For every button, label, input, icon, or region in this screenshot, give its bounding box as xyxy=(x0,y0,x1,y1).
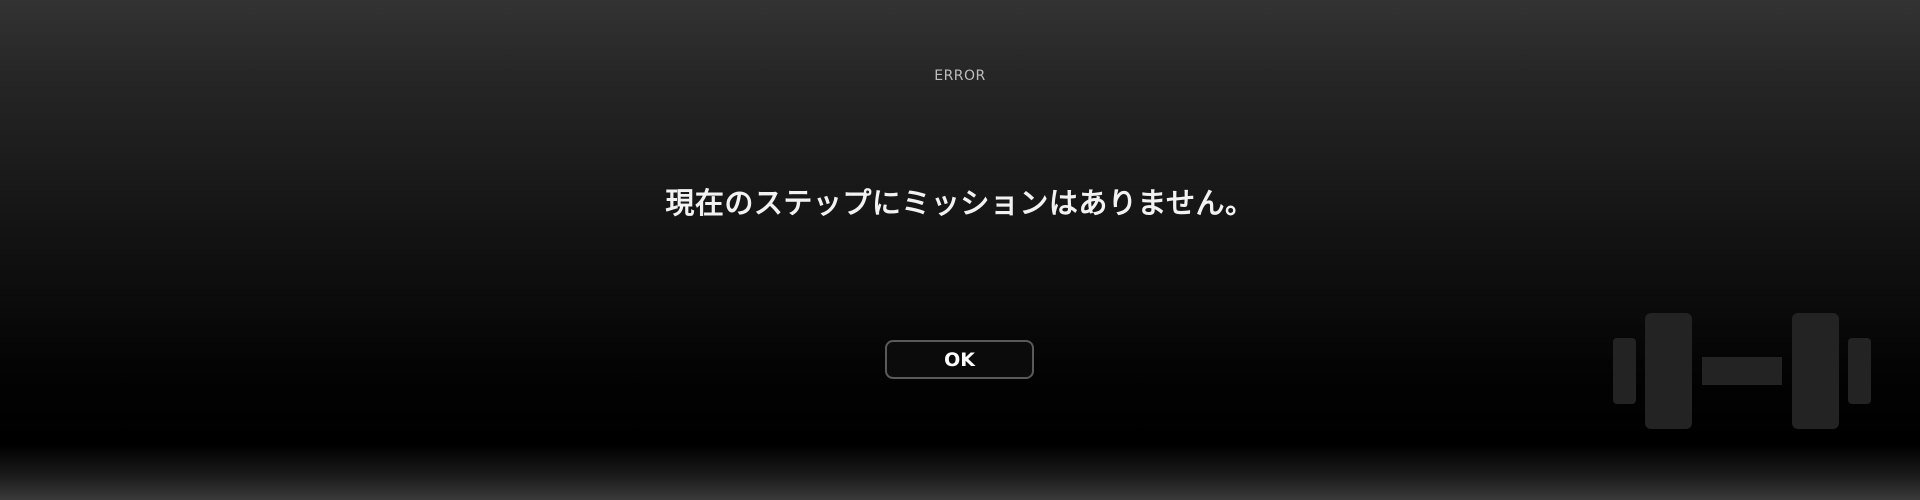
error-label: ERROR xyxy=(934,68,986,84)
ok-button[interactable]: OK xyxy=(885,340,1034,379)
dumbbell-icon xyxy=(1613,313,1871,429)
error-message: 現在のステップにミッションはありません。 xyxy=(665,186,1255,220)
